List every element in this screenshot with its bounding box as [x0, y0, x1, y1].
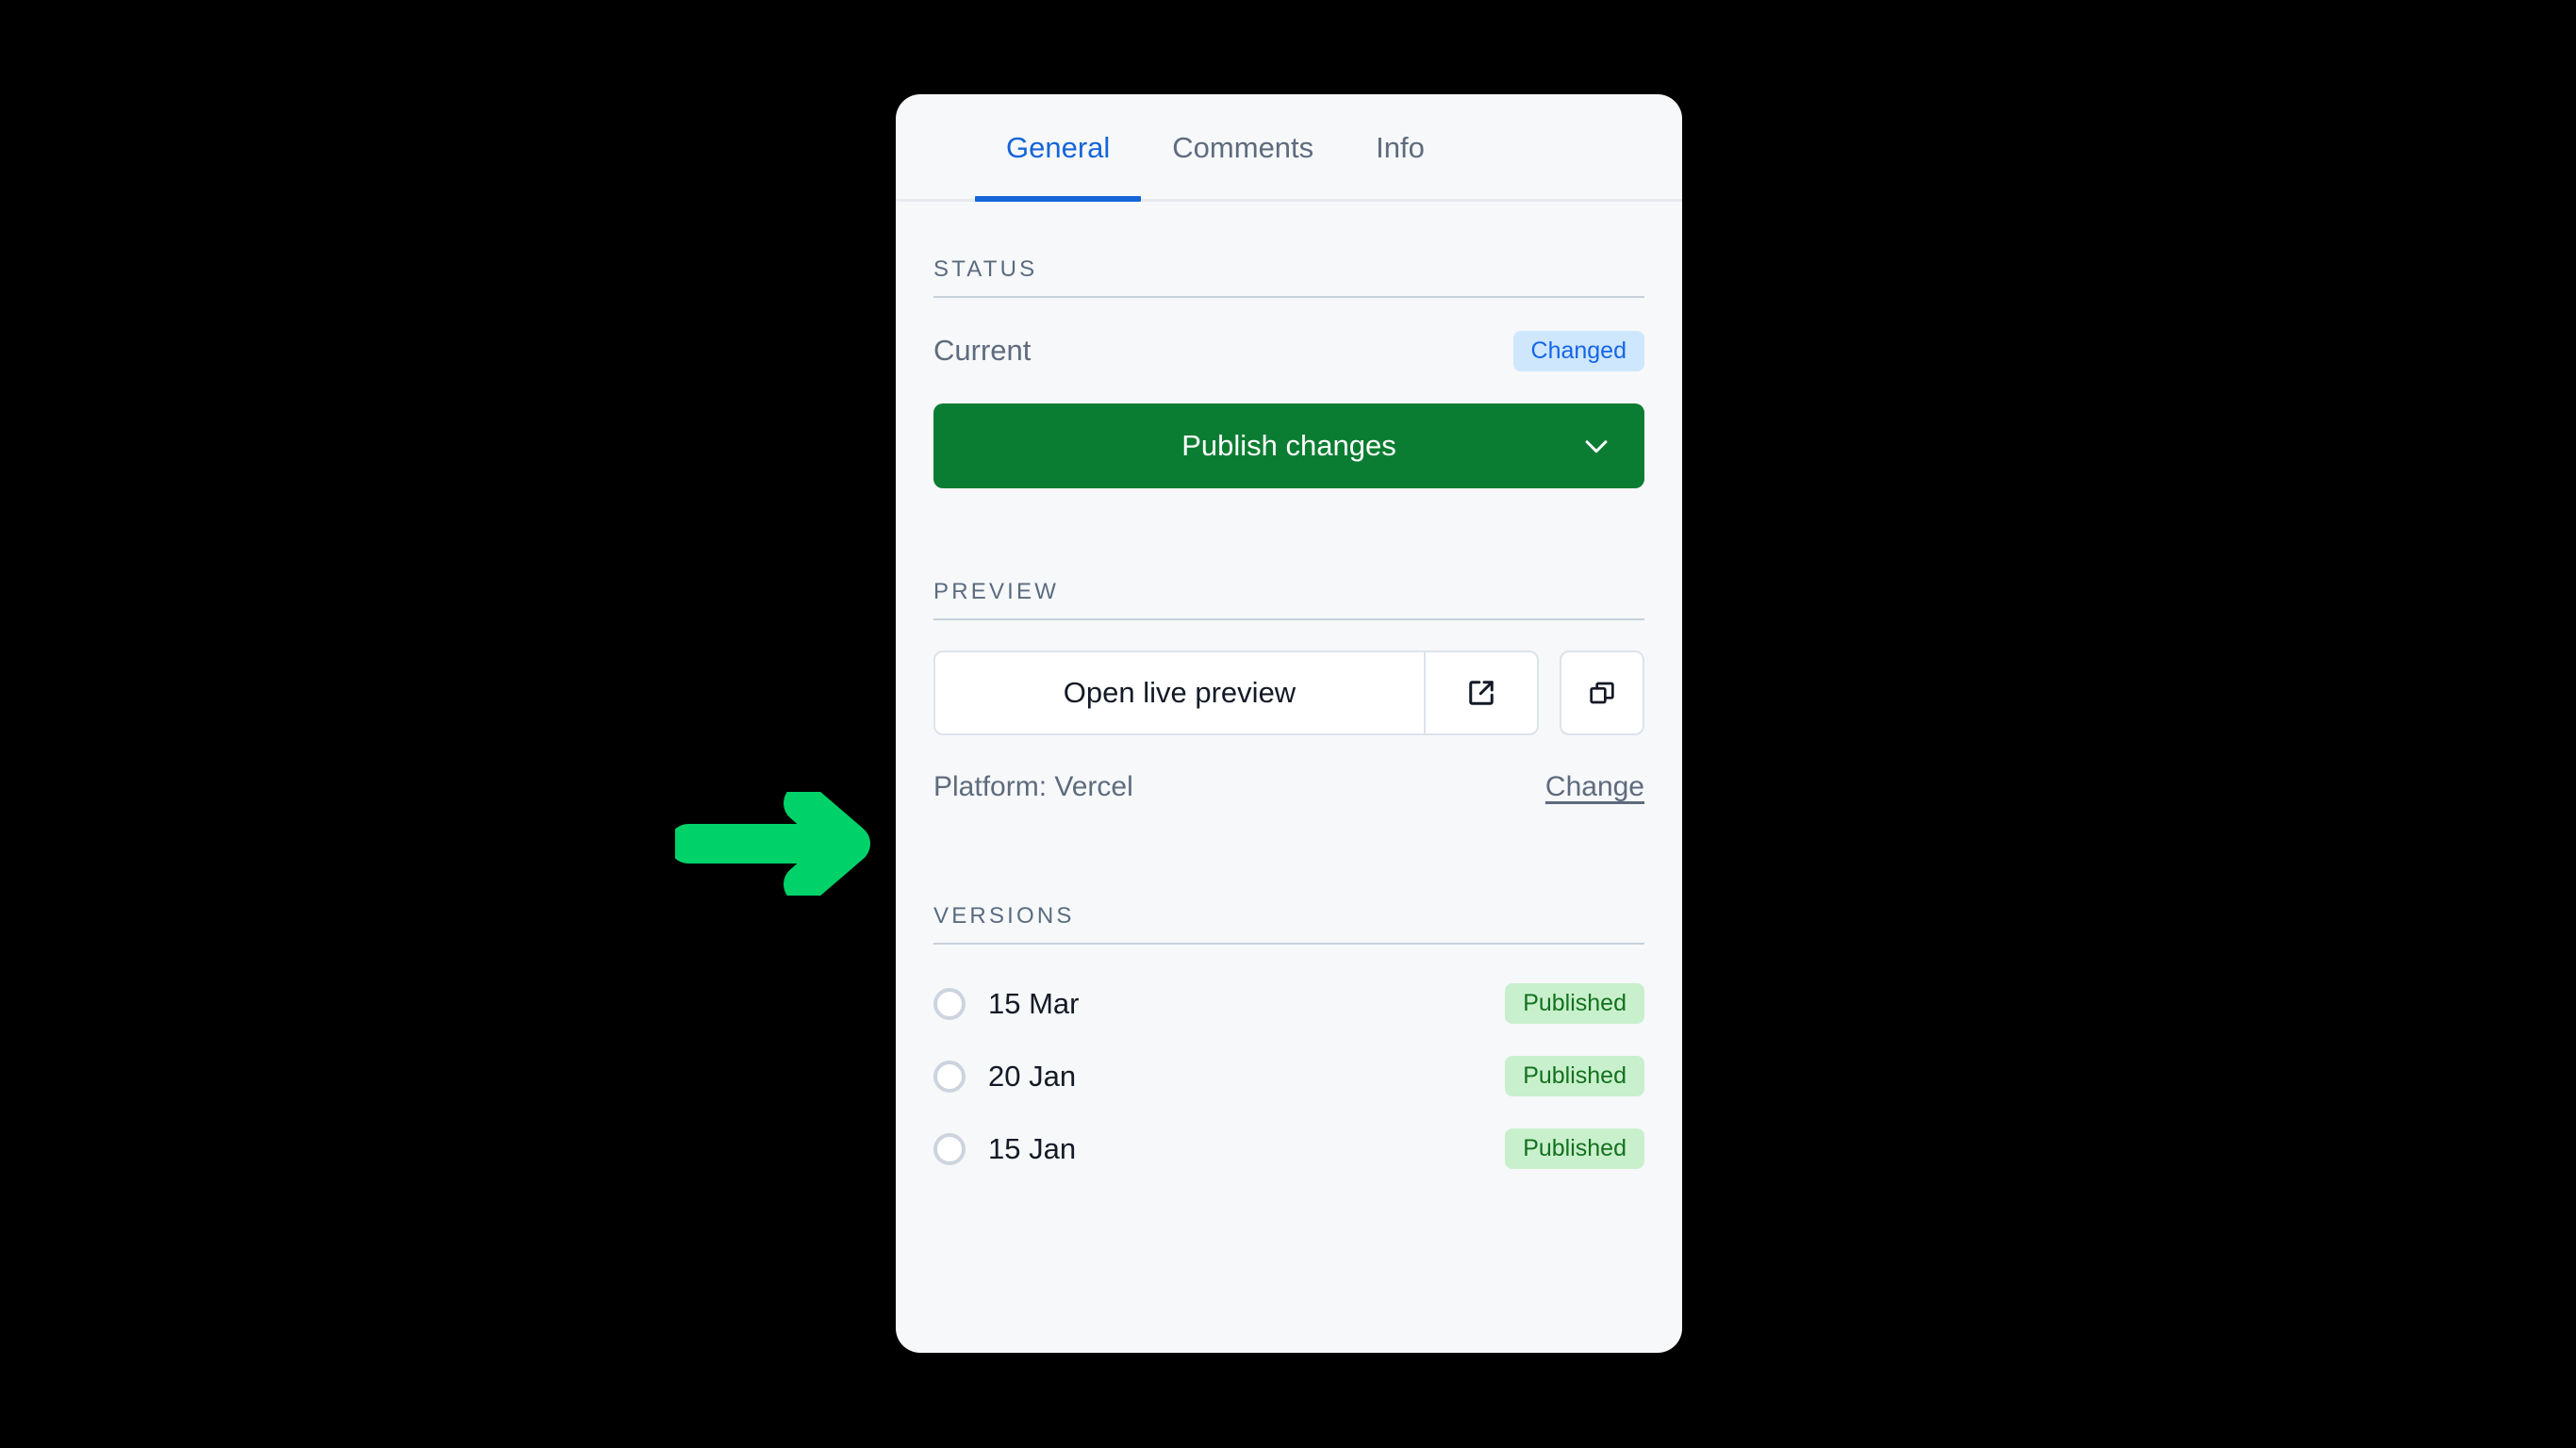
versions-section-heading: VERSIONS — [933, 903, 1075, 929]
versions-list: 15 Mar Published 20 Jan Published 15 Jan — [933, 967, 1644, 1185]
tab-info[interactable]: Info — [1345, 94, 1456, 202]
versions-section-divider — [933, 943, 1644, 945]
status-section: STATUS Current Changed Publish changes — [933, 256, 1644, 488]
tab-bar: General Comments Info — [896, 94, 1682, 202]
version-list-item[interactable]: 20 Jan Published — [933, 1040, 1644, 1112]
open-live-preview-button[interactable]: Open live preview — [933, 650, 1424, 735]
chevron-down-icon[interactable] — [1580, 430, 1612, 462]
publish-changes-label: Publish changes — [1181, 429, 1396, 462]
version-date: 15 Mar — [988, 986, 1080, 1020]
external-link-icon[interactable] — [1424, 650, 1539, 735]
version-radio-icon[interactable] — [933, 987, 966, 1020]
change-platform-link[interactable]: Change — [1545, 771, 1644, 803]
document-properties-panel: General Comments Info STATUS Current Cha… — [896, 94, 1682, 1353]
current-status-label: Current — [933, 334, 1032, 367]
publish-changes-button[interactable]: Publish changes — [933, 403, 1644, 488]
status-section-heading: STATUS — [933, 256, 1038, 282]
panel-body: STATUS Current Changed Publish changes P… — [896, 256, 1682, 1185]
version-list-item[interactable]: 15 Mar Published — [933, 967, 1644, 1040]
platform-label: Platform: Vercel — [933, 771, 1133, 802]
tab-comments[interactable]: Comments — [1141, 94, 1345, 202]
preview-section: PREVIEW Open live preview Platform: Verc… — [933, 579, 1644, 809]
version-radio-icon[interactable] — [933, 1132, 966, 1165]
preview-section-divider — [933, 618, 1644, 620]
status-badge-changed: Changed — [1512, 330, 1644, 371]
version-date: 20 Jan — [988, 1059, 1077, 1093]
tab-general[interactable]: General — [975, 94, 1142, 202]
copy-icon[interactable] — [1560, 650, 1644, 735]
versions-section: VERSIONS 15 Mar Published 20 Jan Publish… — [933, 903, 1644, 1185]
preview-section-heading: PREVIEW — [933, 579, 1060, 604]
screen: General Comments Info STATUS Current Cha… — [0, 0, 2576, 1448]
version-list-item[interactable]: 15 Jan Published — [933, 1112, 1644, 1185]
status-section-divider — [933, 296, 1644, 298]
platform-row: Platform: Vercel Change — [933, 765, 1644, 809]
version-radio-icon[interactable] — [933, 1060, 966, 1093]
version-status-badge: Published — [1505, 1128, 1644, 1169]
current-status-row: Current Changed — [933, 324, 1644, 377]
version-status-badge: Published — [1505, 1056, 1644, 1096]
version-status-badge: Published — [1505, 983, 1644, 1024]
version-date: 15 Jan — [988, 1131, 1077, 1165]
arrow-right-annotation-icon — [675, 792, 916, 896]
preview-button-group: Open live preview — [933, 650, 1644, 735]
